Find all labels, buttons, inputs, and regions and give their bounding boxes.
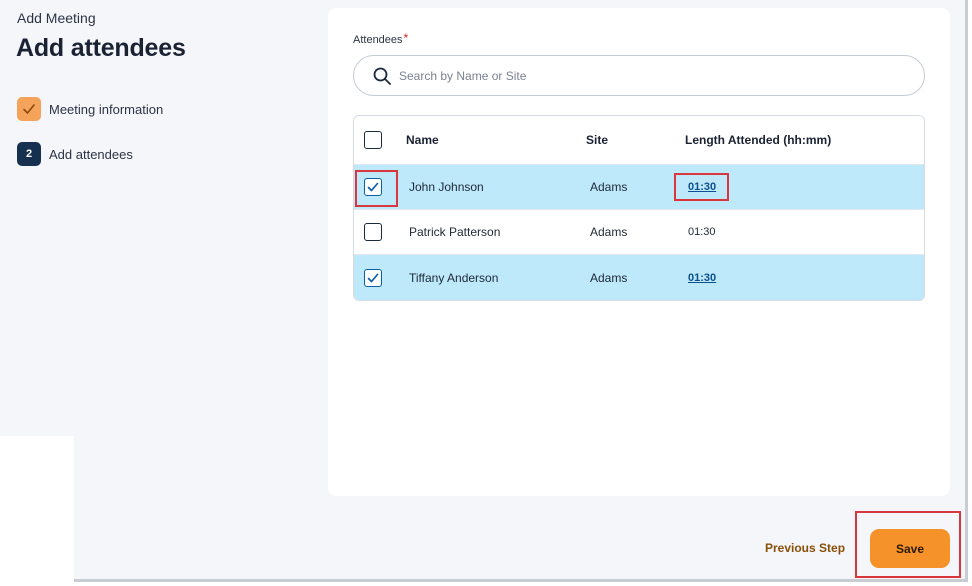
search-icon bbox=[373, 67, 391, 85]
step-number-badge: 2 bbox=[17, 142, 41, 166]
attendee-site: Adams bbox=[590, 180, 628, 194]
row-checkbox[interactable] bbox=[364, 178, 382, 196]
check-icon bbox=[367, 182, 379, 192]
attendees-panel: Attendees* Name Site Length Attended (hh… bbox=[328, 8, 950, 496]
save-button[interactable]: Save bbox=[870, 529, 950, 568]
attendee-name: Patrick Patterson bbox=[409, 225, 501, 239]
column-header-site[interactable]: Site bbox=[586, 116, 608, 164]
step-meeting-information[interactable]: Meeting information bbox=[17, 97, 163, 121]
row-checkbox[interactable] bbox=[364, 223, 382, 241]
table-row[interactable]: Patrick Patterson Adams 01:30 bbox=[354, 210, 924, 255]
required-mark: * bbox=[403, 31, 409, 45]
search-input[interactable] bbox=[399, 68, 879, 83]
attendee-name: John Johnson bbox=[409, 180, 484, 194]
previous-step-button[interactable]: Previous Step bbox=[765, 541, 845, 555]
attendees-table: Name Site Length Attended (hh:mm) John J… bbox=[353, 115, 925, 301]
step-label: Meeting information bbox=[49, 101, 164, 117]
table-row[interactable]: John Johnson Adams 01:30 bbox=[354, 165, 924, 210]
attendee-site: Adams bbox=[590, 270, 628, 285]
page-title: Add attendees bbox=[16, 34, 186, 62]
attendee-site: Adams bbox=[590, 225, 628, 239]
check-icon bbox=[367, 273, 379, 282]
table-header: Name Site Length Attended (hh:mm) bbox=[354, 116, 924, 165]
length-attended-value: 01:30 bbox=[688, 226, 716, 238]
table-row[interactable]: Tiffany Anderson Adams 01:30 bbox=[354, 255, 924, 300]
select-all-checkbox[interactable] bbox=[364, 131, 382, 149]
app-window: Add Meeting Add attendees Meeting inform… bbox=[0, 0, 968, 582]
search-box[interactable] bbox=[353, 55, 925, 96]
attendees-label: Attendees* bbox=[353, 31, 409, 46]
row-checkbox[interactable] bbox=[364, 268, 382, 287]
column-header-length[interactable]: Length Attended (hh:mm) bbox=[685, 116, 831, 164]
step-label: Add attendees bbox=[49, 146, 133, 162]
column-header-name[interactable]: Name bbox=[406, 116, 439, 164]
breadcrumb: Add Meeting bbox=[17, 10, 96, 26]
check-icon bbox=[17, 97, 41, 121]
length-attended-link[interactable]: 01:30 bbox=[688, 181, 716, 193]
step-add-attendees[interactable]: 2 Add attendees bbox=[17, 142, 133, 166]
attendee-name: Tiffany Anderson bbox=[409, 270, 499, 285]
page-margin bbox=[0, 436, 74, 586]
length-attended-link[interactable]: 01:30 bbox=[688, 272, 716, 284]
